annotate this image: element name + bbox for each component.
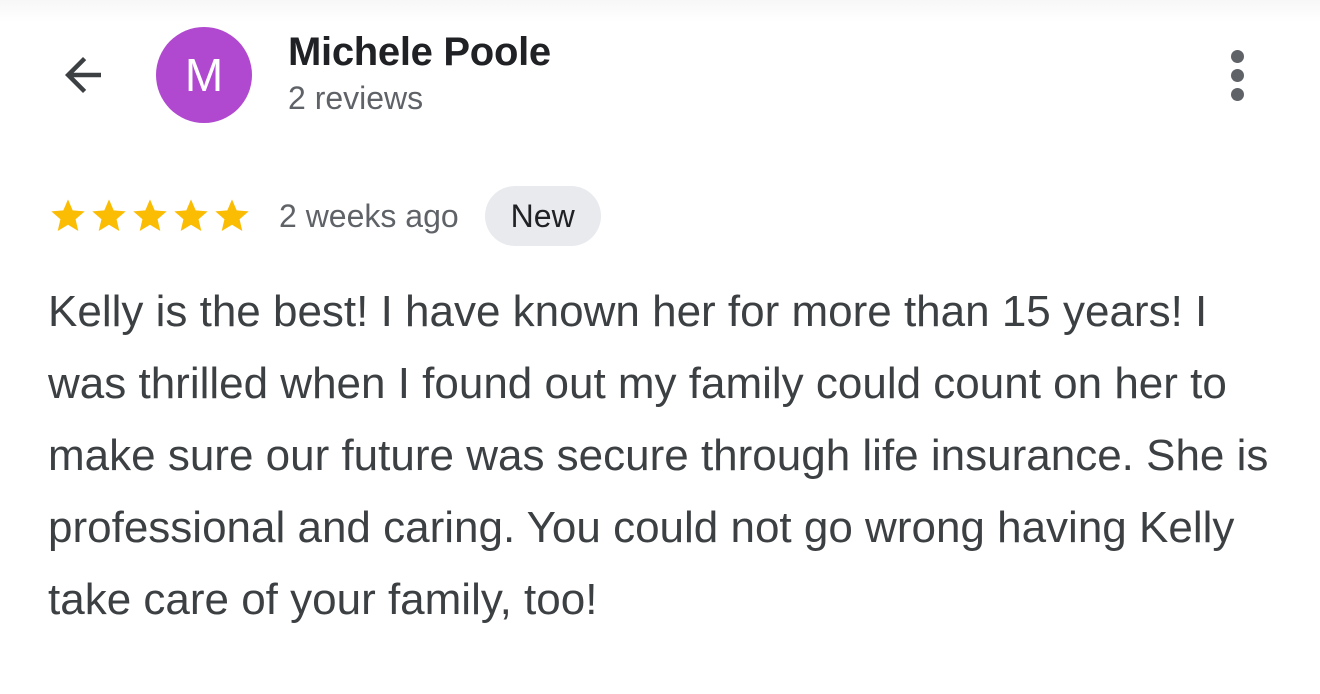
- back-button[interactable]: [52, 44, 114, 106]
- new-badge: New: [484, 186, 601, 246]
- star-icon: [215, 199, 249, 231]
- review-time: 2 weeks ago: [279, 197, 459, 234]
- arrow-back-icon: [56, 48, 110, 102]
- review-count: 2 reviews: [288, 80, 424, 116]
- review-text: Kelly is the best! I have known her for …: [48, 287, 1269, 624]
- star-rating: [48, 196, 253, 236]
- more-options-button[interactable]: [1212, 44, 1262, 106]
- star-icon: [174, 199, 208, 231]
- avatar-letter: M: [184, 49, 224, 101]
- star-icon: [92, 199, 126, 231]
- reviewer-name[interactable]: Michele Poole: [288, 30, 551, 75]
- avatar[interactable]: M: [156, 27, 252, 123]
- star-icon: [133, 199, 167, 231]
- review-meta: 2 weeks ago New: [48, 186, 601, 246]
- star-icon: [51, 199, 85, 231]
- review-detail-page: M Michele Poole 2 reviews 2 weeks ago Ne…: [0, 0, 1320, 694]
- more-vert-icon: [1230, 49, 1244, 63]
